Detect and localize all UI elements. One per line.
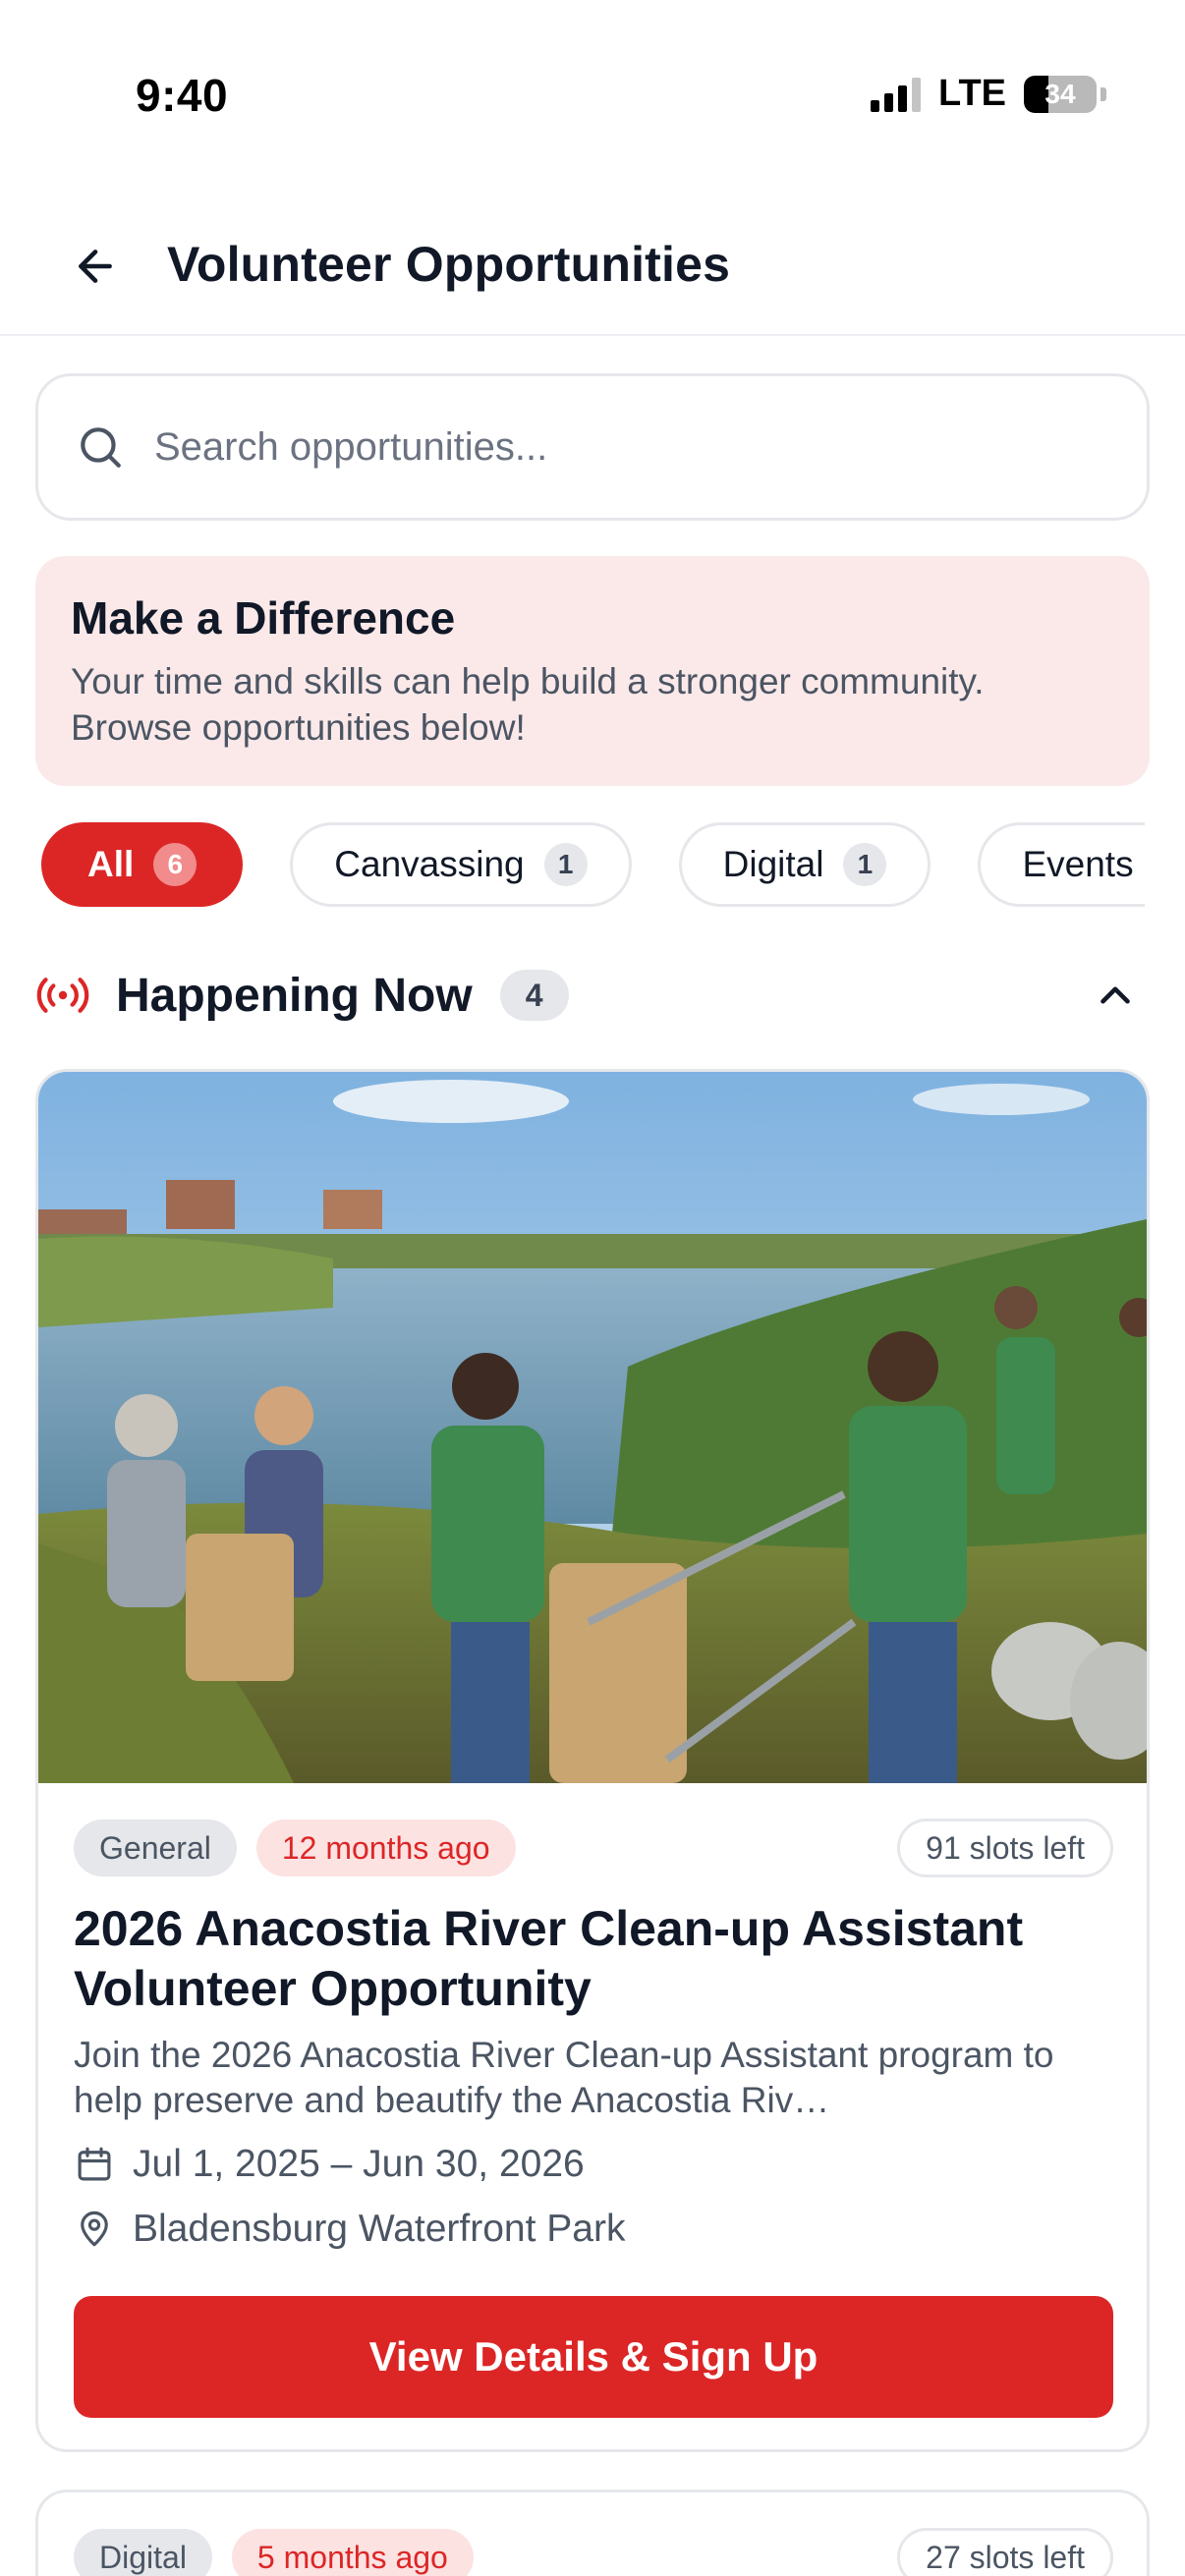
filter-chip-canvassing[interactable]: Canvassing 1 bbox=[290, 822, 632, 907]
category-badge: General bbox=[74, 1820, 237, 1876]
location: Bladensburg Waterfront Park bbox=[133, 2208, 626, 2250]
card-tags: Digital 5 months ago 27 slots left bbox=[74, 2528, 1113, 2576]
network-label: LTE bbox=[938, 73, 1006, 114]
filter-chip-label: Events bbox=[1022, 844, 1134, 884]
map-pin-icon bbox=[81, 2211, 108, 2247]
opportunity-card[interactable]: General 12 months ago 91 slots left 2026… bbox=[35, 1069, 1150, 2452]
filter-chip-count: 6 bbox=[153, 843, 198, 886]
filter-chips: All 6 Canvassing 1 Digital 1 Events bbox=[41, 822, 1146, 907]
date-range: Jul 1, 2025 – Jun 30, 2026 bbox=[133, 2143, 585, 2185]
banner-title: Make a Difference bbox=[71, 592, 456, 644]
filter-chip-label: Digital bbox=[722, 844, 824, 884]
filter-chip-count: 1 bbox=[543, 843, 588, 886]
section-header: Happening Now 4 bbox=[35, 963, 1150, 1028]
search-bar[interactable] bbox=[35, 373, 1150, 521]
section-count-badge: 4 bbox=[499, 970, 569, 1021]
chevron-up-icon[interactable] bbox=[1091, 971, 1140, 1020]
filter-chip-count: 1 bbox=[843, 843, 887, 886]
filter-chip-label: Canvassing bbox=[334, 844, 525, 884]
filter-chip-all[interactable]: All 6 bbox=[41, 822, 244, 907]
filter-chip-label: All bbox=[87, 844, 135, 884]
opportunity-card[interactable]: Digital 5 months ago 27 slots left bbox=[35, 2490, 1150, 2576]
category-badge: Digital bbox=[74, 2529, 212, 2576]
filter-chip-events[interactable]: Events bbox=[978, 822, 1146, 907]
date-range-row: Jul 1, 2025 – Jun 30, 2026 bbox=[74, 2141, 1113, 2188]
status-indicators: LTE 34 bbox=[871, 73, 1106, 115]
search-icon bbox=[81, 427, 121, 468]
signal-icon bbox=[871, 77, 922, 112]
broadcast-icon bbox=[36, 978, 89, 1013]
slots-left-badge: 91 slots left bbox=[897, 1819, 1113, 1877]
status-time: 9:40 bbox=[136, 70, 229, 121]
view-details-button[interactable]: View Details & Sign Up bbox=[74, 2296, 1113, 2418]
opportunity-photo bbox=[38, 1072, 1147, 1783]
page-title: Volunteer Opportunities bbox=[167, 237, 731, 292]
info-banner: Make a Difference Your time and skills c… bbox=[35, 556, 1150, 786]
slots-left-badge: 27 slots left bbox=[897, 2528, 1113, 2576]
battery-level: 34 bbox=[1044, 78, 1076, 109]
battery-icon: 34 bbox=[1024, 75, 1097, 113]
back-button[interactable] bbox=[61, 232, 130, 301]
section-title: Happening Now bbox=[116, 969, 473, 1022]
card-description: Join the 2026 Anacostia River Clean-up A… bbox=[74, 2035, 1054, 2120]
search-input[interactable] bbox=[154, 424, 1039, 470]
filter-chip-digital[interactable]: Digital 1 bbox=[678, 822, 931, 907]
battery-cap bbox=[1100, 86, 1106, 101]
arrow-left-icon bbox=[79, 250, 112, 283]
calendar-icon bbox=[78, 2147, 111, 2181]
banner-text: Your time and skills can help build a st… bbox=[71, 661, 985, 748]
card-body: General 12 months ago 91 slots left 2026… bbox=[74, 1819, 1113, 2253]
card-tags: General 12 months ago 91 slots left bbox=[74, 1819, 1113, 1877]
location-row: Bladensburg Waterfront Park bbox=[74, 2206, 1113, 2253]
posted-time-badge: 12 months ago bbox=[255, 1820, 516, 1876]
status-bar: 9:40 LTE 34 bbox=[0, 0, 1185, 187]
card-title: 2026 Anacostia River Clean-up Assistant … bbox=[74, 1901, 1024, 2016]
app-header: Volunteer Opportunities bbox=[0, 196, 1185, 336]
posted-time-badge: 5 months ago bbox=[231, 2529, 474, 2576]
